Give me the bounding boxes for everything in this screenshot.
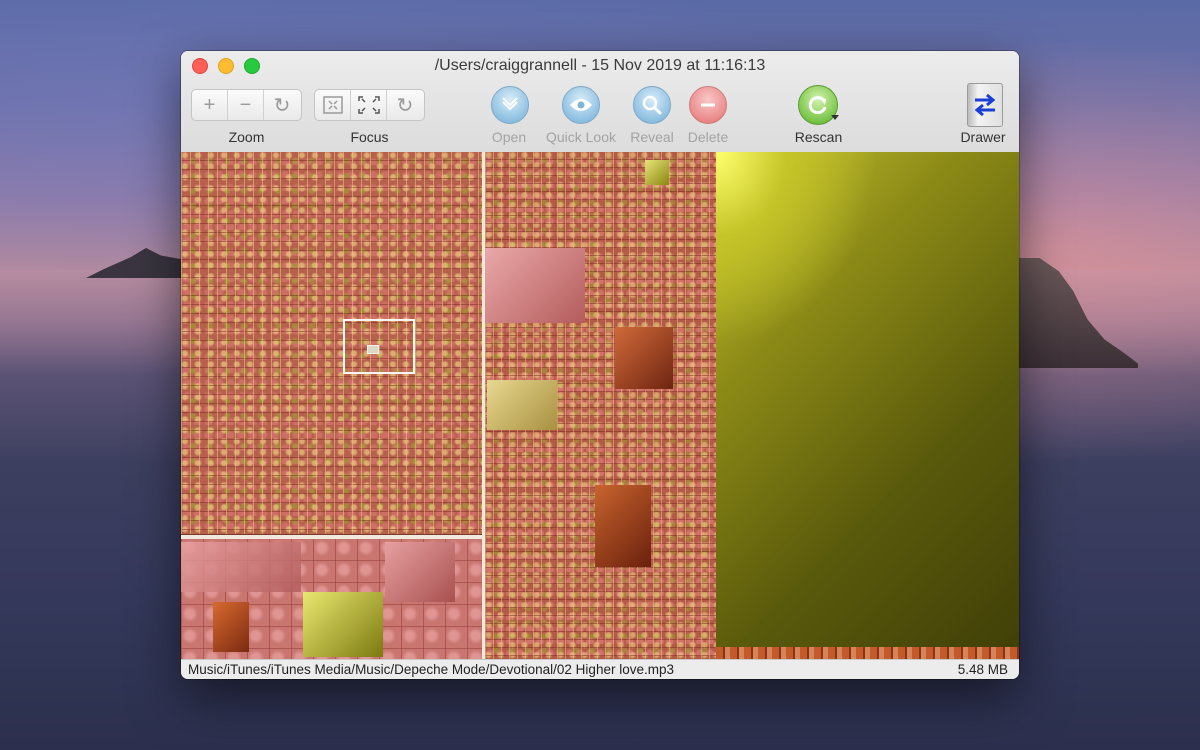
treemap-selection-highlight <box>343 319 415 374</box>
refresh-icon <box>808 96 827 115</box>
treemap-file-block[interactable] <box>213 602 249 652</box>
status-bar: Music/iTunes/iTunes Media/Music/Depeche … <box>181 659 1019 679</box>
zoom-in-button[interactable]: + <box>192 90 228 120</box>
quick-look-button[interactable] <box>562 86 600 124</box>
treemap-divider <box>482 152 485 659</box>
treemap-file-block[interactable] <box>181 542 301 592</box>
swap-arrows-icon <box>974 93 996 117</box>
treemap-file-block[interactable] <box>385 542 455 602</box>
treemap-large-file[interactable] <box>716 152 1019 647</box>
reveal-button[interactable] <box>633 86 671 124</box>
delete-label: Delete <box>687 129 729 145</box>
minus-icon <box>701 103 715 107</box>
grand-perspective-window: /Users/craiggrannell - 15 Nov 2019 at 11… <box>181 51 1019 679</box>
selected-file-path: Music/iTunes/iTunes Media/Music/Depeche … <box>188 662 674 677</box>
treemap-file-block[interactable] <box>487 380 557 430</box>
open-label: Open <box>491 129 527 145</box>
focus-control: ↻ <box>314 89 425 121</box>
quick-look-label: Quick Look <box>545 129 617 145</box>
treemap-file-block[interactable] <box>595 485 651 567</box>
treemap-view[interactable] <box>181 152 1019 659</box>
selected-file-block[interactable] <box>367 345 379 354</box>
open-button[interactable] <box>491 86 529 124</box>
delete-button[interactable] <box>689 86 727 124</box>
rescan-dropdown-arrow[interactable] <box>831 115 839 120</box>
drawer-button[interactable] <box>967 83 1003 127</box>
titlebar-toolbar: /Users/craiggrannell - 15 Nov 2019 at 11… <box>181 51 1019 153</box>
treemap-file-block[interactable] <box>485 248 585 323</box>
drawer-label: Drawer <box>960 129 1006 145</box>
rescan-label: Rescan <box>794 129 843 145</box>
focus-out-button[interactable] <box>351 90 387 120</box>
selected-file-size: 5.48 MB <box>957 662 1008 677</box>
focus-in-icon <box>322 96 343 114</box>
focus-label: Focus <box>350 129 389 145</box>
desktop-island-left <box>86 248 186 278</box>
magnifier-icon <box>642 95 662 115</box>
window-title: /Users/craiggrannell - 15 Nov 2019 at 11… <box>434 57 766 74</box>
open-icon <box>502 97 518 111</box>
treemap-file-block[interactable] <box>615 327 673 389</box>
reveal-label: Reveal <box>630 129 674 145</box>
zoom-reset-button[interactable]: ↻ <box>264 90 300 120</box>
zoom-out-button[interactable]: − <box>228 90 264 120</box>
treemap-file-block[interactable] <box>303 592 383 657</box>
treemap-small-files-strip[interactable] <box>716 647 1019 659</box>
eye-icon <box>570 99 592 111</box>
focus-reset-button[interactable]: ↻ <box>387 90 423 120</box>
focus-out-icon <box>357 96 380 114</box>
treemap-divider <box>181 535 482 539</box>
focus-in-button[interactable] <box>315 90 351 120</box>
treemap-file-block[interactable] <box>645 160 669 185</box>
zoom-label: Zoom <box>228 129 265 145</box>
treemap-region-folder-a[interactable] <box>181 152 482 534</box>
zoom-control: + − ↻ <box>191 89 302 121</box>
